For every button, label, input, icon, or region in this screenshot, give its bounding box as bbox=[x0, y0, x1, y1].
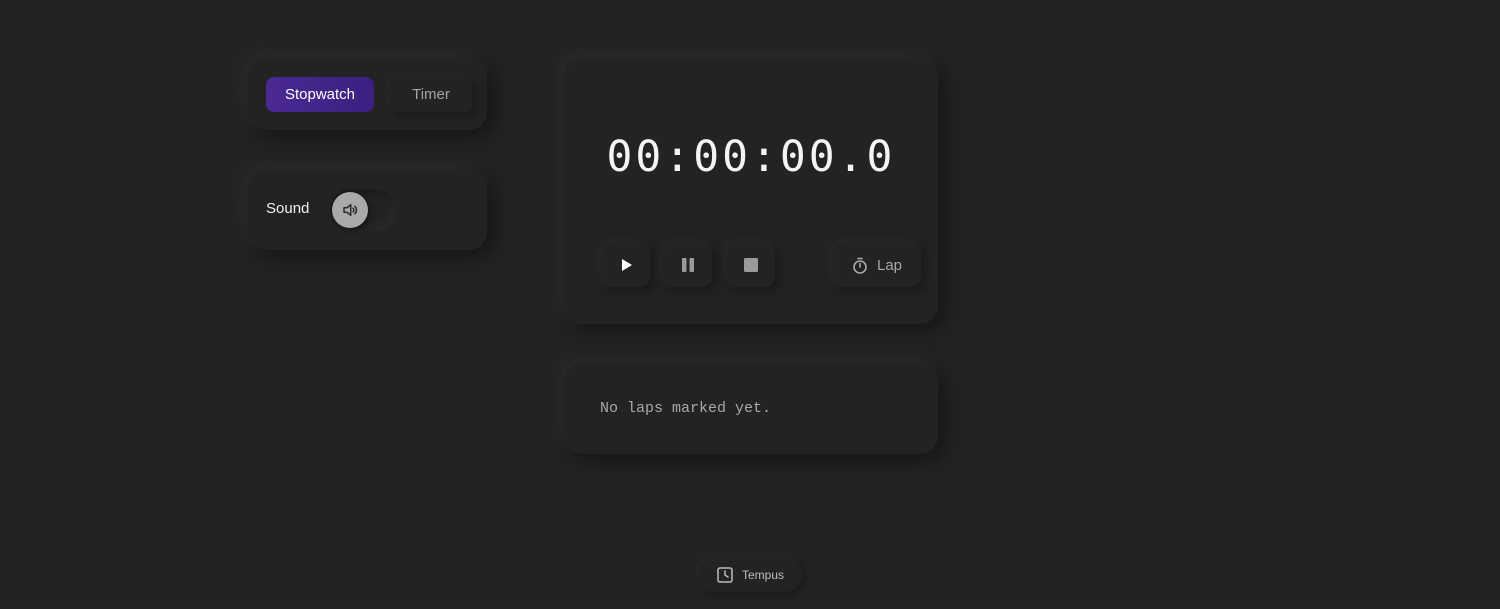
app-root: Stopwatch Timer Sound 00:00:00.0 Lap No … bbox=[0, 0, 1500, 609]
stop-icon bbox=[744, 258, 758, 272]
laps-panel: No laps marked yet. bbox=[564, 363, 938, 454]
brand-name: Tempus bbox=[741, 567, 785, 582]
clock-icon bbox=[717, 566, 733, 583]
laps-empty-message: No laps marked yet. bbox=[600, 400, 772, 417]
lap-label: Lap bbox=[876, 256, 903, 274]
time-display: 00:00:00.0 bbox=[606, 132, 896, 182]
timer-mode-button[interactable]: Timer bbox=[390, 77, 472, 112]
stopwatch-mode-button[interactable]: Stopwatch bbox=[266, 77, 374, 112]
stop-button[interactable] bbox=[727, 243, 775, 287]
lap-button[interactable]: Lap bbox=[833, 243, 921, 287]
pause-icon bbox=[682, 258, 694, 272]
play-icon bbox=[622, 259, 632, 271]
play-button[interactable] bbox=[602, 243, 650, 287]
sound-toggle[interactable] bbox=[330, 189, 396, 231]
sound-toggle-knob[interactable] bbox=[332, 192, 368, 228]
pause-button[interactable] bbox=[664, 243, 712, 287]
brand-badge: Tempus bbox=[699, 557, 802, 592]
mode-switch: Stopwatch Timer bbox=[248, 58, 487, 130]
speaker-icon bbox=[343, 204, 358, 216]
sound-panel: Sound bbox=[248, 170, 487, 250]
sound-label: Sound bbox=[266, 200, 310, 217]
stopwatch-icon bbox=[853, 257, 867, 274]
stopwatch-panel: 00:00:00.0 Lap bbox=[564, 58, 938, 324]
